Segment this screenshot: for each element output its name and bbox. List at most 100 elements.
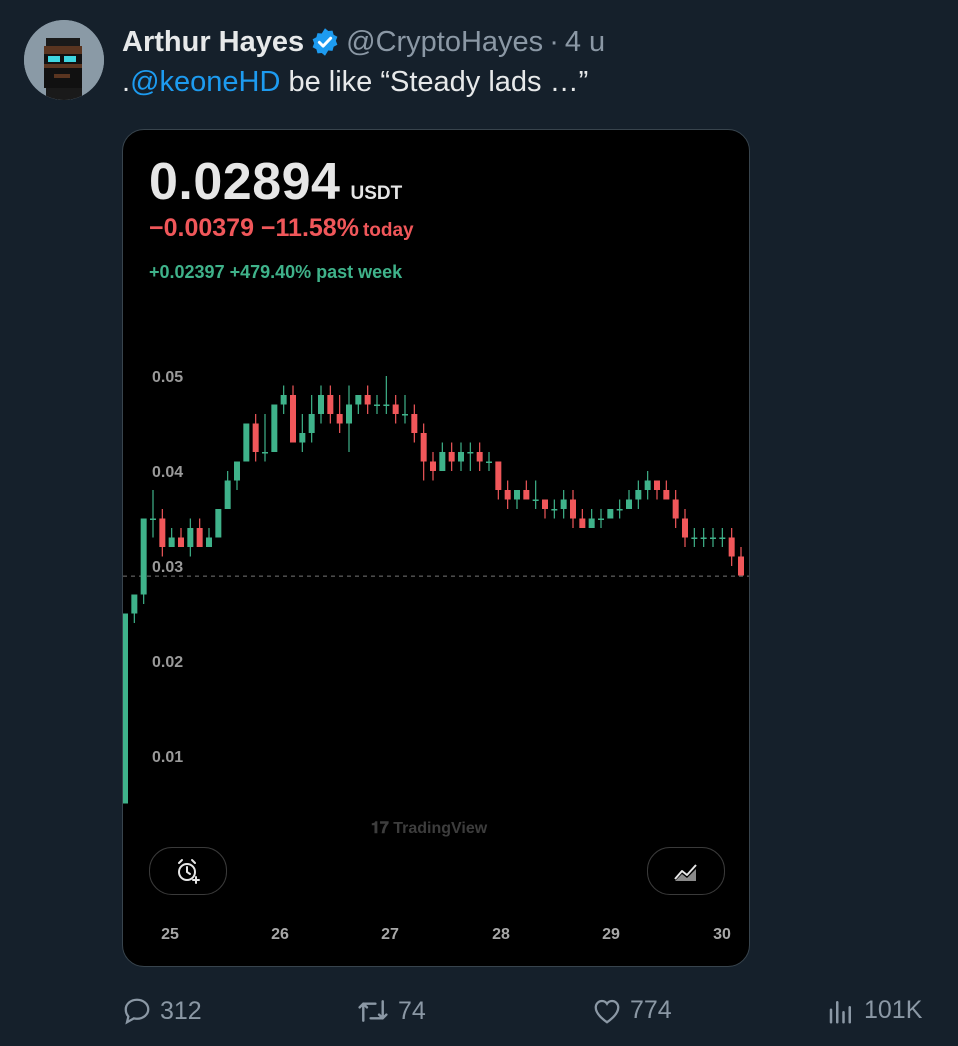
retweet-icon — [358, 1000, 388, 1022]
candle-body — [187, 528, 194, 547]
separator-dot: · — [549, 25, 559, 58]
candle-body — [738, 556, 744, 576]
candle-body — [672, 499, 679, 519]
candle-body — [616, 509, 623, 511]
retweet-button[interactable]: 74 — [356, 996, 426, 1026]
candle-body — [159, 518, 166, 547]
x-tick-label: 25 — [161, 926, 179, 943]
change-today-label: today — [362, 220, 414, 241]
candle-body — [271, 404, 278, 452]
author-avatar[interactable] — [24, 20, 104, 100]
candle-body — [336, 414, 343, 424]
candle-body — [654, 480, 660, 490]
candle-body — [626, 499, 632, 509]
x-tick-label: 30 — [713, 926, 731, 943]
chart-type-button[interactable] — [647, 847, 725, 895]
area-chart-icon — [674, 864, 697, 881]
candle-body — [280, 395, 287, 405]
candle-body — [467, 452, 474, 454]
candle-body — [206, 537, 212, 547]
candle-body — [728, 537, 735, 557]
candle-body — [663, 490, 670, 500]
y-tick-label: 0.01 — [152, 749, 183, 766]
reply-button[interactable]: 312 — [122, 996, 202, 1026]
add-alert-button[interactable] — [149, 847, 227, 895]
text-body: be like “Steady lads …” — [280, 66, 589, 98]
change-week: +0.02397 +479.40% past week — [149, 262, 403, 282]
reply-icon — [124, 998, 150, 1025]
tweet-text: .@keoneHD be like “Steady lads …” — [122, 66, 588, 99]
candle-body — [523, 490, 530, 500]
candle-body — [402, 414, 408, 416]
candle-body — [579, 518, 586, 528]
candle-body — [570, 499, 576, 519]
author-name[interactable]: Arthur Hayes — [122, 26, 304, 59]
x-tick-label: 26 — [271, 926, 289, 943]
candle-body — [234, 461, 240, 481]
tweet-header: Arthur Hayes @CryptoHayes · 4 u — [122, 24, 605, 60]
y-tick-label: 0.04 — [152, 464, 183, 481]
candle-body — [411, 414, 418, 433]
chart-image-card[interactable]: 0.05 0.04 0.03 0.02 0.01 0.02894 USDT −0.003… — [122, 129, 750, 967]
candle-body — [439, 452, 446, 471]
candle-body — [140, 518, 147, 595]
candle-body — [392, 404, 399, 414]
candle-body — [448, 452, 455, 462]
candle-body — [532, 499, 539, 501]
candle-body — [243, 423, 250, 462]
candle-body — [598, 518, 604, 520]
reply-count: 312 — [160, 996, 202, 1025]
candle-body — [168, 537, 175, 547]
verified-badge-icon — [312, 28, 338, 56]
x-tick-label: 27 — [381, 926, 399, 943]
candle-body — [374, 404, 380, 406]
candle-body — [486, 461, 492, 463]
candle-body — [504, 490, 511, 500]
candle-body — [150, 518, 156, 520]
candle-body — [196, 528, 203, 547]
mention-link[interactable]: @keoneHD — [130, 66, 280, 98]
candle-body — [691, 537, 698, 539]
y-tick-label: 0.05 — [152, 369, 183, 386]
candle-body — [252, 423, 259, 452]
x-tick-label: 28 — [492, 926, 510, 943]
candle-body — [635, 490, 642, 500]
candle-body — [299, 433, 306, 443]
y-tick-label: 0.03 — [152, 559, 183, 576]
candle-body — [710, 537, 716, 539]
views-chart-icon — [829, 1000, 851, 1023]
candle-body — [458, 452, 464, 462]
candle-body — [327, 395, 334, 414]
tradingview-logo-icon: 𝟏𝟕 — [371, 820, 394, 837]
candle-body — [262, 452, 268, 454]
candle-body — [430, 461, 436, 471]
tweet-time[interactable]: 4 u — [565, 26, 605, 59]
price-value: 0.02894 — [149, 153, 341, 211]
candle-body — [588, 518, 595, 528]
views-count: 101K — [864, 996, 923, 1024]
candle-body — [290, 395, 296, 443]
candle-body — [215, 509, 222, 538]
candle-body — [123, 613, 128, 804]
candle-body — [420, 433, 427, 462]
candle-body — [178, 537, 184, 547]
y-tick-label: 0.02 — [152, 654, 183, 671]
candle-body — [383, 404, 390, 406]
candlestick-chart: 0.05 0.04 0.03 0.02 0.01 — [123, 369, 749, 804]
price-display: 0.02894 USDT — [149, 152, 402, 212]
heart-icon — [594, 999, 620, 1024]
author-handle[interactable]: @CryptoHayes — [346, 26, 543, 59]
candle-body — [476, 452, 483, 462]
candle-body — [318, 395, 324, 414]
candle-body — [551, 509, 558, 511]
price-unit: USDT — [350, 183, 403, 204]
candle-body — [308, 414, 315, 433]
candle-body — [514, 490, 520, 500]
like-button[interactable]: 774 — [592, 996, 672, 1025]
candle-body — [719, 537, 726, 539]
candle-body — [607, 509, 614, 519]
tweet-actions: 312 74 774 101K — [122, 996, 928, 1030]
alarm-plus-icon — [178, 859, 200, 884]
pixel-portrait-icon — [24, 20, 104, 100]
views-button[interactable]: 101K — [826, 996, 922, 1025]
